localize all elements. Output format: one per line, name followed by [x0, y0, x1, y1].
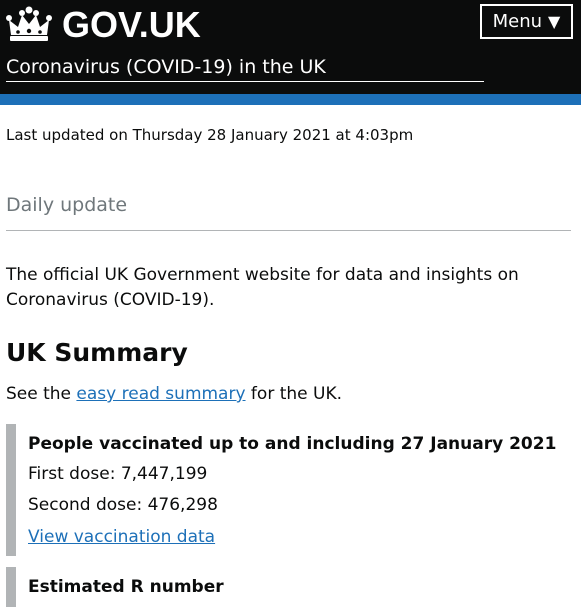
tab-daily-update[interactable]: Daily update — [6, 193, 127, 217]
logo-text: GOV.UK — [62, 4, 201, 45]
accent-bar — [0, 94, 581, 105]
second-dose-value: Second dose: 476,298 — [28, 495, 218, 515]
menu-button[interactable]: Menu ▼ — [480, 4, 573, 39]
card-border — [6, 567, 16, 607]
crown-icon — [6, 6, 52, 41]
card-title: Estimated R number — [28, 577, 224, 597]
r-number-card: Estimated R number — [6, 567, 566, 607]
govuk-logo-link[interactable]: GOV.UK — [6, 6, 201, 44]
triangle-down-icon: ▼ — [548, 12, 561, 31]
page-title: UK Summary — [6, 338, 188, 367]
card-title: People vaccinated up to and including 27… — [28, 434, 557, 454]
see-suffix: for the UK. — [245, 384, 343, 404]
easy-read-line: See the easy read summary for the UK. — [6, 382, 342, 406]
view-vaccination-data-link[interactable]: View vaccination data — [28, 525, 215, 549]
intro-text: The official UK Government website for d… — [6, 265, 519, 310]
see-prefix: See the — [6, 384, 77, 404]
easy-read-summary-link[interactable]: easy read summary — [76, 384, 245, 404]
site-header: GOV.UK Coronavirus (COVID-19) in the UK … — [0, 0, 581, 94]
first-dose-value: First dose: 7,447,199 — [28, 464, 208, 484]
card-border — [6, 424, 16, 556]
last-updated: Last updated on Thursday 28 January 2021… — [6, 126, 414, 144]
vaccination-card: People vaccinated up to and including 27… — [6, 424, 566, 556]
divider — [6, 230, 571, 231]
menu-label: Menu — [492, 11, 543, 32]
service-name-link[interactable]: Coronavirus (COVID-19) in the UK — [6, 55, 484, 82]
